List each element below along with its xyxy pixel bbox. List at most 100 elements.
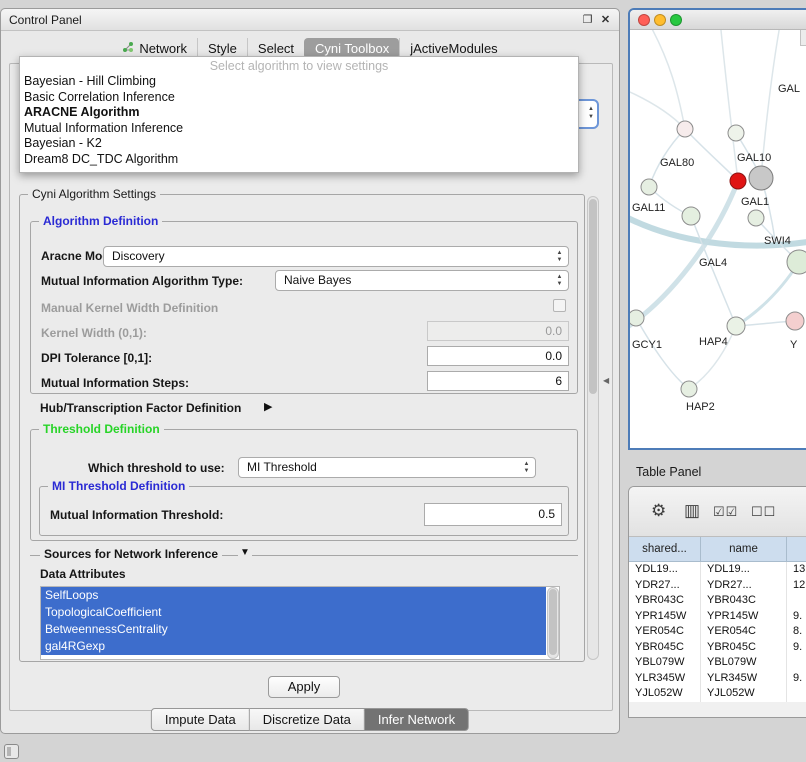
table-row[interactable]: YDR27... YDR27... 12: [629, 578, 806, 594]
manual-kernel-width-checkbox[interactable]: [553, 299, 566, 312]
attribute-item-betweennesscentrality[interactable]: BetweennessCentrality: [41, 621, 546, 638]
cell[interactable]: [787, 655, 806, 671]
cell[interactable]: 9.: [787, 640, 806, 656]
network-node[interactable]: [786, 312, 804, 330]
dropdown-item-bayesian-k2[interactable]: Bayesian - K2: [20, 136, 578, 152]
kernel-width-field[interactable]: 0.0: [427, 321, 569, 341]
float-window-icon[interactable]: ❐: [580, 13, 595, 28]
canvas-scrollbar-stub[interactable]: [800, 30, 806, 46]
cell[interactable]: YPR145W: [701, 609, 787, 625]
gear-icon[interactable]: ⚙: [651, 501, 666, 521]
combo-stepper-icon[interactable]: ▲ ▼: [588, 105, 594, 121]
cell[interactable]: 12: [787, 578, 806, 594]
network-node[interactable]: [677, 121, 693, 137]
mi-threshold-definition-title: MI Threshold Definition: [48, 479, 189, 493]
cell[interactable]: YDL19...: [629, 562, 701, 578]
cell[interactable]: YBL079W: [629, 655, 701, 671]
attribute-item-topologicalcoefficient[interactable]: TopologicalCoefficient: [41, 604, 546, 621]
attribute-list-scrollbar[interactable]: [547, 587, 559, 659]
cell[interactable]: YDL19...: [701, 562, 787, 578]
aracne-mode-combobox[interactable]: Discovery ▲ ▼: [103, 246, 569, 267]
network-node[interactable]: [641, 179, 657, 195]
cell[interactable]: YBR043C: [629, 593, 701, 609]
cell[interactable]: YBR045C: [629, 640, 701, 656]
table-row[interactable]: YBL079W YBL079W: [629, 655, 806, 671]
scrollbar-thumb[interactable]: [549, 589, 557, 655]
mi-algorithm-type-combobox[interactable]: Naive Bayes ▲ ▼: [275, 270, 569, 291]
dropdown-item-aracne[interactable]: ARACNE Algorithm: [20, 105, 578, 121]
cell[interactable]: YLR345W: [701, 671, 787, 687]
mi-steps-label: Mutual Information Steps:: [41, 376, 189, 390]
expand-down-icon[interactable]: ▼: [238, 547, 252, 558]
attribute-item-gal4rgexp[interactable]: gal4RGexp: [41, 638, 546, 655]
table-row[interactable]: YJL052W YJL052W: [629, 686, 806, 702]
table-row[interactable]: YBR045C YBR045C 9.: [629, 640, 806, 656]
scrollbar-thumb[interactable]: [589, 199, 597, 394]
table-row[interactable]: YDL19... YDL19... 13: [629, 562, 806, 578]
settings-scrollbar[interactable]: [587, 196, 599, 660]
close-traffic-icon[interactable]: [638, 14, 650, 26]
cell[interactable]: 9.: [787, 609, 806, 625]
column-header-name[interactable]: name: [701, 537, 787, 561]
aracne-mode-value: Discovery: [112, 249, 165, 263]
dpi-tolerance-field[interactable]: 0.0: [427, 346, 569, 366]
cell[interactable]: YDR27...: [701, 578, 787, 594]
column-header-shared-name[interactable]: shared...: [629, 537, 701, 561]
network-node[interactable]: [728, 125, 744, 141]
column-header-clipped[interactable]: [787, 537, 806, 561]
cell[interactable]: YBR045C: [701, 640, 787, 656]
network-node[interactable]: [787, 250, 806, 274]
network-graph[interactable]: GAL80 GAL10 GAL11 GAL1 SWI4 GAL4 GCY1 HA…: [630, 30, 806, 448]
dropdown-item-bayesian-hill-climbing[interactable]: Bayesian - Hill Climbing: [20, 74, 578, 90]
cell[interactable]: YJL052W: [701, 686, 787, 702]
tab-infer-network[interactable]: Infer Network: [365, 708, 469, 731]
cell[interactable]: YPR145W: [629, 609, 701, 625]
minimize-traffic-icon[interactable]: [654, 14, 666, 26]
sources-section-label[interactable]: Sources for Network Inference: [40, 547, 222, 561]
mi-steps-field[interactable]: 6: [427, 371, 569, 391]
columns-icon[interactable]: ▥: [684, 501, 700, 521]
table-row[interactable]: YLR345W YLR345W 9.: [629, 671, 806, 687]
network-node[interactable]: [727, 317, 745, 335]
tab-impute-data[interactable]: Impute Data: [151, 708, 250, 731]
network-node[interactable]: [748, 210, 764, 226]
which-threshold-combobox[interactable]: MI Threshold ▲ ▼: [238, 457, 536, 478]
network-node-gal10[interactable]: [749, 166, 773, 190]
table-panel-window: ⚙ ▥ ☑☑ ☐☐ shared... name YDL19... YDL19.…: [628, 486, 806, 718]
network-node-selected-red[interactable]: [730, 173, 746, 189]
mi-threshold-field[interactable]: 0.5: [424, 503, 562, 526]
zoom-traffic-icon[interactable]: [670, 14, 682, 26]
collapse-right-icon[interactable]: ▶: [264, 400, 272, 413]
deselect-all-checkboxes-icon[interactable]: ☐☐: [751, 504, 776, 520]
hub-tf-definition-label[interactable]: Hub/Transcription Factor Definition: [40, 401, 241, 415]
table-row[interactable]: YBR043C YBR043C: [629, 593, 806, 609]
network-node[interactable]: [630, 310, 644, 326]
cell[interactable]: [787, 686, 806, 702]
cell[interactable]: YBR043C: [701, 593, 787, 609]
network-node[interactable]: [681, 381, 697, 397]
cell[interactable]: YER054C: [701, 624, 787, 640]
splitter-collapse-icon[interactable]: ◀: [603, 376, 609, 385]
cell[interactable]: YER054C: [629, 624, 701, 640]
table-row[interactable]: YPR145W YPR145W 9.: [629, 609, 806, 625]
apply-button[interactable]: Apply: [268, 676, 340, 698]
dropdown-item-mutual-information[interactable]: Mutual Information Inference: [20, 121, 578, 137]
cell[interactable]: 13: [787, 562, 806, 578]
dock-panel-icon[interactable]: [4, 744, 19, 759]
cell[interactable]: YJL052W: [629, 686, 701, 702]
tab-discretize-data[interactable]: Discretize Data: [250, 708, 365, 731]
cell[interactable]: YBL079W: [701, 655, 787, 671]
cell[interactable]: YDR27...: [629, 578, 701, 594]
dropdown-item-basic-correlation[interactable]: Basic Correlation Inference: [20, 90, 578, 106]
attribute-item-selfloops[interactable]: SelfLoops: [41, 587, 546, 604]
dropdown-item-dream8[interactable]: Dream8 DC_TDC Algorithm: [20, 152, 578, 168]
close-icon[interactable]: ✕: [598, 13, 613, 28]
cell[interactable]: 9.: [787, 671, 806, 687]
network-node[interactable]: [682, 207, 700, 225]
table-row[interactable]: YER054C YER054C 8.: [629, 624, 806, 640]
network-canvas[interactable]: GAL80 GAL10 GAL11 GAL1 SWI4 GAL4 GCY1 HA…: [630, 30, 806, 448]
cell[interactable]: YLR345W: [629, 671, 701, 687]
select-all-checkboxes-icon[interactable]: ☑☑: [713, 504, 738, 520]
cell[interactable]: [787, 593, 806, 609]
cell[interactable]: 8.: [787, 624, 806, 640]
